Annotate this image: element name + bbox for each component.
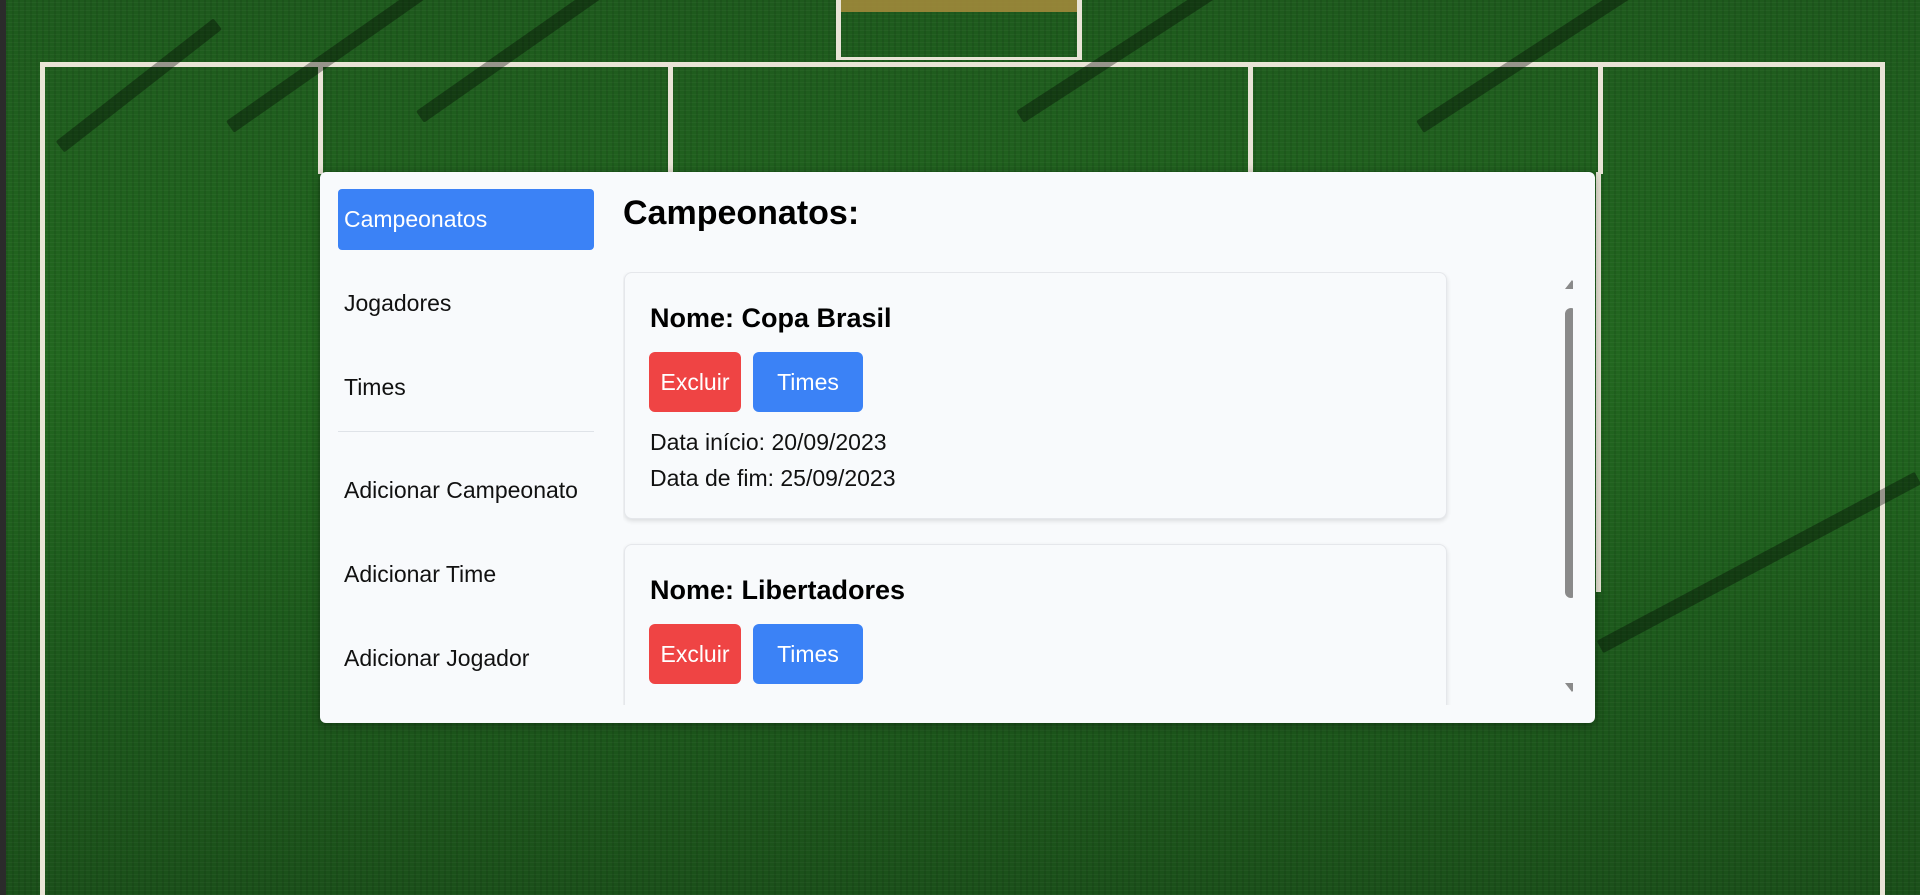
scroll-down-icon[interactable]: [1565, 683, 1573, 692]
add-player-link[interactable]: Adicionar Jogador: [338, 628, 594, 689]
championship-list[interactable]: Nome: Copa Brasil Excluir Times Data iní…: [623, 272, 1573, 705]
delete-button[interactable]: Excluir: [649, 624, 741, 684]
sidebar-item-jogadores[interactable]: Jogadores: [338, 273, 594, 334]
delete-button[interactable]: Excluir: [649, 352, 741, 412]
main-panel: Campeonatos Jogadores Times Adicionar Ca…: [320, 172, 1595, 723]
sidebar: Campeonatos Jogadores Times Adicionar Ca…: [338, 189, 594, 712]
championship-name: Nome: Copa Brasil: [650, 303, 892, 333]
championship-card: Nome: Libertadores Excluir Times: [624, 544, 1447, 705]
championship-name: Nome: Libertadores: [650, 575, 906, 605]
sidebar-divider: [338, 431, 594, 432]
content-area: Campeonatos: Nome: Copa Brasil Excluir T…: [623, 172, 1573, 723]
goal-net: [836, 0, 1082, 60]
championship-card: Nome: Copa Brasil Excluir Times Data iní…: [624, 272, 1447, 519]
teams-button[interactable]: Times: [753, 624, 863, 684]
add-championship-link[interactable]: Adicionar Campeonato: [338, 460, 594, 521]
end-date: Data de fim: 25/09/2023: [650, 465, 896, 491]
add-team-link[interactable]: Adicionar Time: [338, 544, 594, 605]
teams-button[interactable]: Times: [753, 352, 863, 412]
sidebar-item-times[interactable]: Times: [338, 357, 594, 418]
scroll-up-icon[interactable]: [1565, 280, 1573, 289]
page-title: Campeonatos:: [623, 194, 860, 232]
scroll-thumb[interactable]: [1565, 308, 1573, 598]
vertical-scrollbar[interactable]: [1563, 272, 1573, 705]
sidebar-item-campeonatos[interactable]: Campeonatos: [338, 189, 594, 250]
start-date: Data início: 20/09/2023: [650, 429, 887, 455]
